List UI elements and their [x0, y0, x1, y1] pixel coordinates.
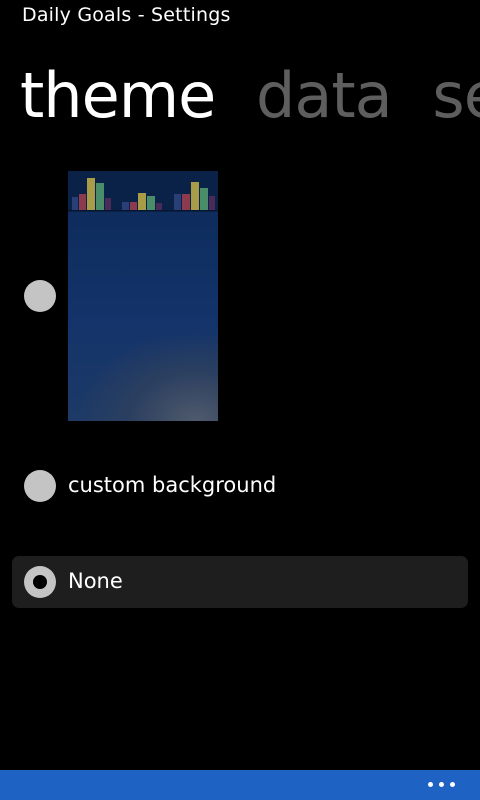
theme-image-preview[interactable] — [68, 171, 218, 421]
pivot-tab-theme[interactable]: theme — [20, 56, 216, 136]
custom-background-radio[interactable] — [24, 470, 56, 502]
pivot-tab-data[interactable]: data — [256, 56, 393, 136]
none-label[interactable]: None — [68, 569, 123, 593]
ellipsis-more-icon[interactable] — [428, 782, 458, 788]
none-radio[interactable] — [24, 566, 56, 598]
bar-chart-theme-preview-icon — [68, 171, 218, 212]
settings-screen: Daily Goals - Settings theme data sec — [0, 0, 480, 800]
pivot-header: theme data sec — [20, 56, 480, 136]
theme-image-radio[interactable] — [24, 280, 56, 312]
pivot-tab-security[interactable]: sec — [432, 56, 480, 136]
app-title: Daily Goals - Settings — [22, 4, 231, 26]
radio-selected-dot — [33, 575, 47, 589]
app-bar — [0, 770, 480, 800]
custom-background-label[interactable]: custom background — [68, 473, 276, 497]
